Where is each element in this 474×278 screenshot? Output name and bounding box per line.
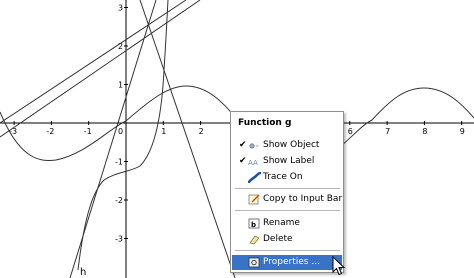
y-tick-label: -3: [115, 235, 123, 244]
menu-item-delete[interactable]: Delete: [232, 232, 342, 247]
line-a[interactable]: [0, 0, 201, 138]
menu-item-rename[interactable]: b Rename: [232, 216, 342, 231]
x-tick-label: -2: [46, 127, 54, 136]
context-menu-title: Function g: [238, 118, 292, 128]
x-tick-label: 0: [118, 127, 123, 136]
context-menu: Function g ✔ Show Object ✔ AA Show Label…: [230, 111, 344, 273]
function-label-h: h: [80, 267, 86, 278]
menu-item-copy-to-input-bar[interactable]: Copy to Input Bar: [232, 192, 342, 207]
show-object-icon: [249, 143, 259, 149]
line-b[interactable]: [0, 0, 187, 124]
show-label-icon: AA: [248, 159, 258, 167]
checkmark-icon: ✔: [239, 156, 247, 166]
menu-separator: [235, 250, 340, 251]
y-tick-label: 3: [118, 4, 123, 13]
menu-separator: [235, 210, 340, 211]
x-tick-label: 6: [348, 127, 353, 136]
delete-icon: [249, 235, 260, 245]
menu-item-show-label[interactable]: ✔ AA Show Label: [232, 154, 342, 169]
y-tick-label: -1: [115, 158, 123, 167]
x-tick-label: -1: [84, 127, 92, 136]
checkmark-icon: ✔: [239, 140, 247, 150]
rename-icon: b: [248, 218, 260, 229]
menu-item-trace-on[interactable]: Trace On: [232, 170, 342, 185]
trace-icon: [248, 172, 261, 183]
x-tick-label: 7: [385, 127, 390, 136]
menu-item-show-object[interactable]: ✔ Show Object: [232, 138, 342, 153]
properties-icon: [248, 257, 260, 268]
x-tick-label: 9: [460, 127, 465, 136]
menu-separator: [235, 188, 340, 189]
svg-text:b: b: [251, 221, 256, 229]
mouse-cursor-icon: [332, 256, 346, 276]
svg-text:AA: AA: [248, 159, 258, 167]
x-tick-label: 1: [161, 127, 166, 136]
y-tick-label: 1: [118, 81, 123, 90]
x-tick-label: 2: [199, 127, 204, 136]
menu-item-properties[interactable]: Properties ...: [232, 255, 342, 270]
copy-to-input-icon: [248, 194, 260, 205]
y-tick-label: -2: [115, 196, 123, 205]
x-tick-label: 8: [422, 127, 427, 136]
